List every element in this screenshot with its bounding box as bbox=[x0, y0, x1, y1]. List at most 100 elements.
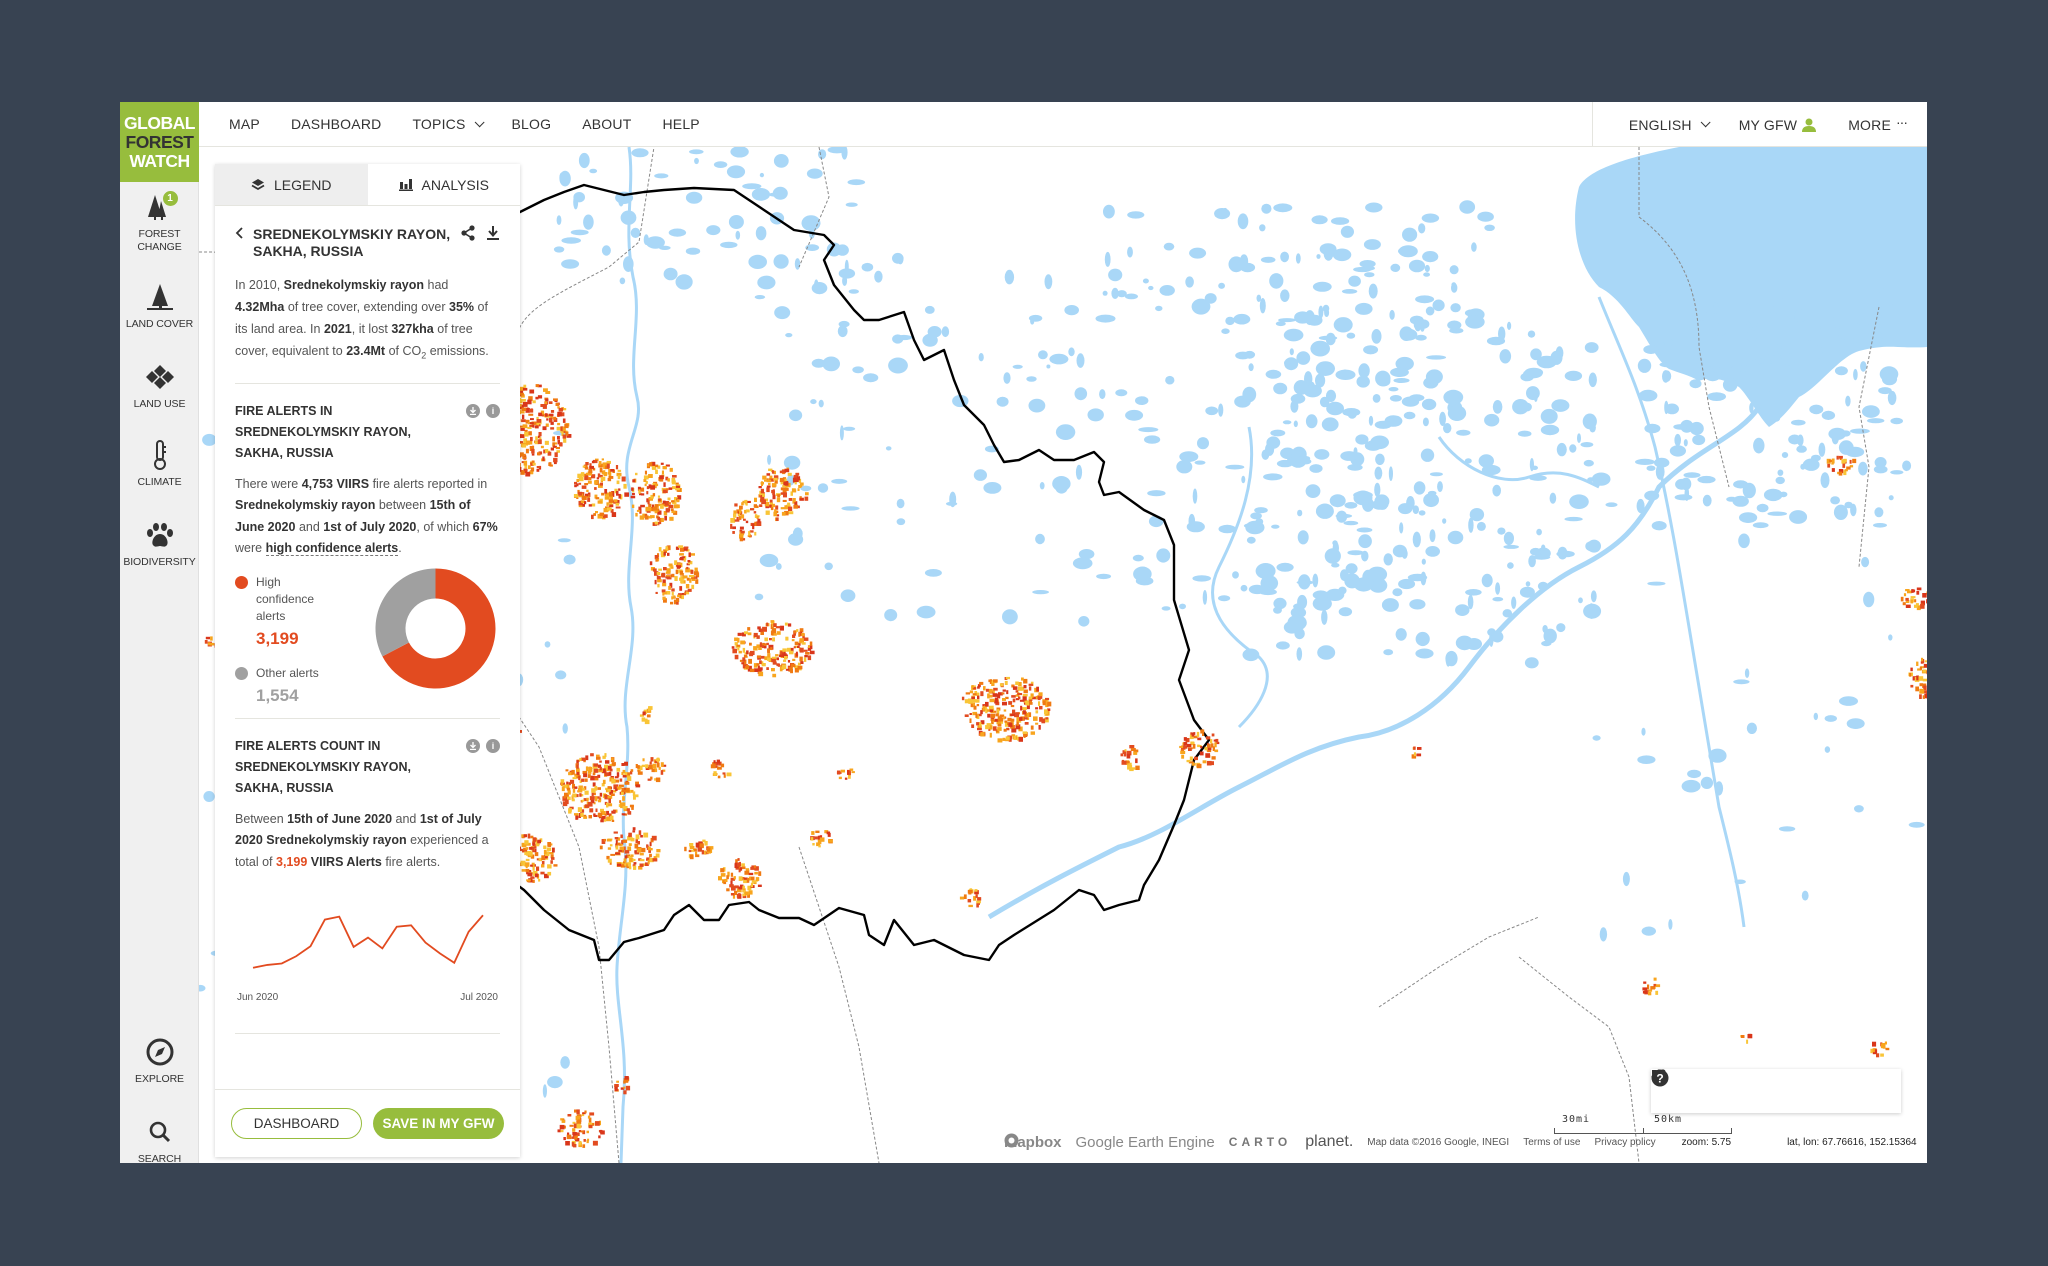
sea bbox=[1575, 147, 1927, 427]
gfw-logo[interactable]: GLOBAL FOREST WATCH bbox=[120, 102, 199, 182]
nav-more[interactable]: MORE ··· bbox=[1848, 114, 1908, 133]
lake bbox=[1646, 465, 1656, 471]
fire-alert-cluster bbox=[1740, 1033, 1753, 1044]
high-confidence-tooltip[interactable]: high confidence alerts bbox=[265, 541, 399, 556]
settings-button[interactable] bbox=[1651, 1069, 1851, 1104]
lake bbox=[1256, 294, 1262, 302]
lake bbox=[1533, 390, 1538, 402]
lake bbox=[1733, 480, 1749, 489]
lake bbox=[1702, 494, 1712, 507]
back-button[interactable] bbox=[235, 226, 251, 244]
lake bbox=[1270, 429, 1286, 437]
lake bbox=[1478, 454, 1495, 468]
lake bbox=[1517, 430, 1532, 437]
fire-alert-cluster bbox=[1411, 746, 1422, 759]
lake bbox=[1549, 492, 1557, 504]
lake bbox=[1297, 509, 1303, 517]
sidebar-item-climate[interactable]: CLIMATE bbox=[120, 440, 199, 489]
save-in-my-gfw-button[interactable]: SAVE IN MY GFW bbox=[373, 1108, 504, 1139]
language-select[interactable]: ENGLISH bbox=[1629, 117, 1711, 133]
lake bbox=[713, 161, 728, 168]
lake bbox=[1374, 466, 1383, 480]
nav-my-gfw[interactable]: MY GFW bbox=[1739, 117, 1817, 133]
lake bbox=[1002, 609, 1018, 625]
lake bbox=[1641, 301, 1657, 311]
zoom-in-button[interactable] bbox=[1652, 1070, 1726, 1104]
download-button[interactable] bbox=[486, 225, 500, 246]
download-widget-icon[interactable] bbox=[466, 738, 480, 753]
terms-link[interactable]: Terms of use bbox=[1523, 1137, 1580, 1148]
lake bbox=[675, 274, 693, 290]
lake bbox=[1854, 805, 1864, 813]
sidebar-item-search[interactable]: SEARCH bbox=[120, 1117, 199, 1163]
lake bbox=[1399, 522, 1404, 534]
lake bbox=[1189, 247, 1207, 259]
lake bbox=[1298, 455, 1311, 462]
lake bbox=[1293, 420, 1298, 428]
lake bbox=[1280, 251, 1289, 263]
privacy-link[interactable]: Privacy policy bbox=[1594, 1137, 1655, 1148]
help-icon: ? bbox=[1651, 1069, 1669, 1087]
lake bbox=[1734, 879, 1746, 885]
sidebar-item-biodiversity[interactable]: BIODIVERSITY bbox=[120, 520, 199, 569]
nav-blog[interactable]: BLOG bbox=[512, 116, 552, 132]
lake bbox=[1409, 599, 1426, 610]
mapbox-logo[interactable]: mapbox bbox=[1004, 1133, 1062, 1151]
lake bbox=[1242, 648, 1260, 662]
lake bbox=[1415, 295, 1435, 304]
lake bbox=[1578, 597, 1583, 604]
lake bbox=[759, 172, 765, 178]
lake bbox=[1874, 331, 1883, 343]
tab-analysis[interactable]: ANALYSIS bbox=[367, 164, 520, 205]
lake bbox=[973, 469, 988, 481]
dashboard-button[interactable]: DASHBOARD bbox=[231, 1108, 362, 1139]
nav-about[interactable]: ABOUT bbox=[582, 116, 631, 132]
lake bbox=[773, 254, 789, 269]
lake bbox=[1644, 423, 1661, 434]
lake bbox=[1321, 417, 1339, 432]
download-widget-icon[interactable] bbox=[466, 403, 480, 418]
tab-legend[interactable]: LEGEND bbox=[215, 164, 368, 205]
donut-slice-other[interactable] bbox=[375, 568, 436, 656]
nav-help[interactable]: HELP bbox=[662, 116, 699, 132]
lake bbox=[1383, 553, 1393, 566]
fire-alert-cluster bbox=[1179, 729, 1220, 769]
nav-topics[interactable]: TOPICS bbox=[412, 116, 485, 132]
lake bbox=[1824, 746, 1831, 753]
lake bbox=[1282, 420, 1292, 425]
lake bbox=[924, 569, 942, 577]
lake bbox=[841, 506, 860, 511]
fullscreen-button[interactable] bbox=[1652, 1070, 1768, 1104]
lake bbox=[1368, 283, 1378, 299]
lake bbox=[1197, 437, 1209, 450]
sidebar-item-explore[interactable]: EXPLORE bbox=[120, 1037, 199, 1086]
river bbox=[987, 405, 1762, 920]
lake bbox=[1536, 355, 1557, 369]
sidebar-item-land-cover[interactable]: LAND COVER bbox=[120, 282, 199, 331]
lake bbox=[1492, 597, 1504, 602]
lake bbox=[839, 425, 844, 441]
info-icon[interactable]: i bbox=[486, 403, 500, 418]
lake bbox=[1459, 200, 1476, 214]
lake bbox=[1449, 265, 1459, 275]
sidebar-item-forest-change[interactable]: 1 FOREST CHANGE bbox=[120, 191, 199, 254]
lake bbox=[1159, 285, 1175, 296]
lake bbox=[801, 215, 821, 231]
lake bbox=[774, 306, 791, 320]
info-icon[interactable]: i bbox=[486, 738, 500, 753]
sidebar-item-land-use[interactable]: LAND USE bbox=[120, 362, 199, 411]
lake bbox=[1191, 298, 1211, 315]
lake bbox=[562, 723, 568, 734]
lake bbox=[1466, 638, 1482, 650]
share-map-button[interactable] bbox=[1652, 1069, 1810, 1104]
nav-dashboard[interactable]: DASHBOARD bbox=[291, 116, 381, 132]
nav-map[interactable]: MAP bbox=[229, 116, 260, 132]
lake bbox=[1395, 628, 1407, 641]
lake bbox=[1406, 496, 1415, 511]
legend-other-alerts: Other alerts bbox=[235, 665, 345, 682]
share-button[interactable] bbox=[460, 225, 476, 246]
help-button[interactable]: ? bbox=[1651, 1069, 1893, 1104]
lake bbox=[1403, 411, 1416, 420]
lake bbox=[1663, 338, 1674, 347]
lake bbox=[785, 333, 793, 338]
